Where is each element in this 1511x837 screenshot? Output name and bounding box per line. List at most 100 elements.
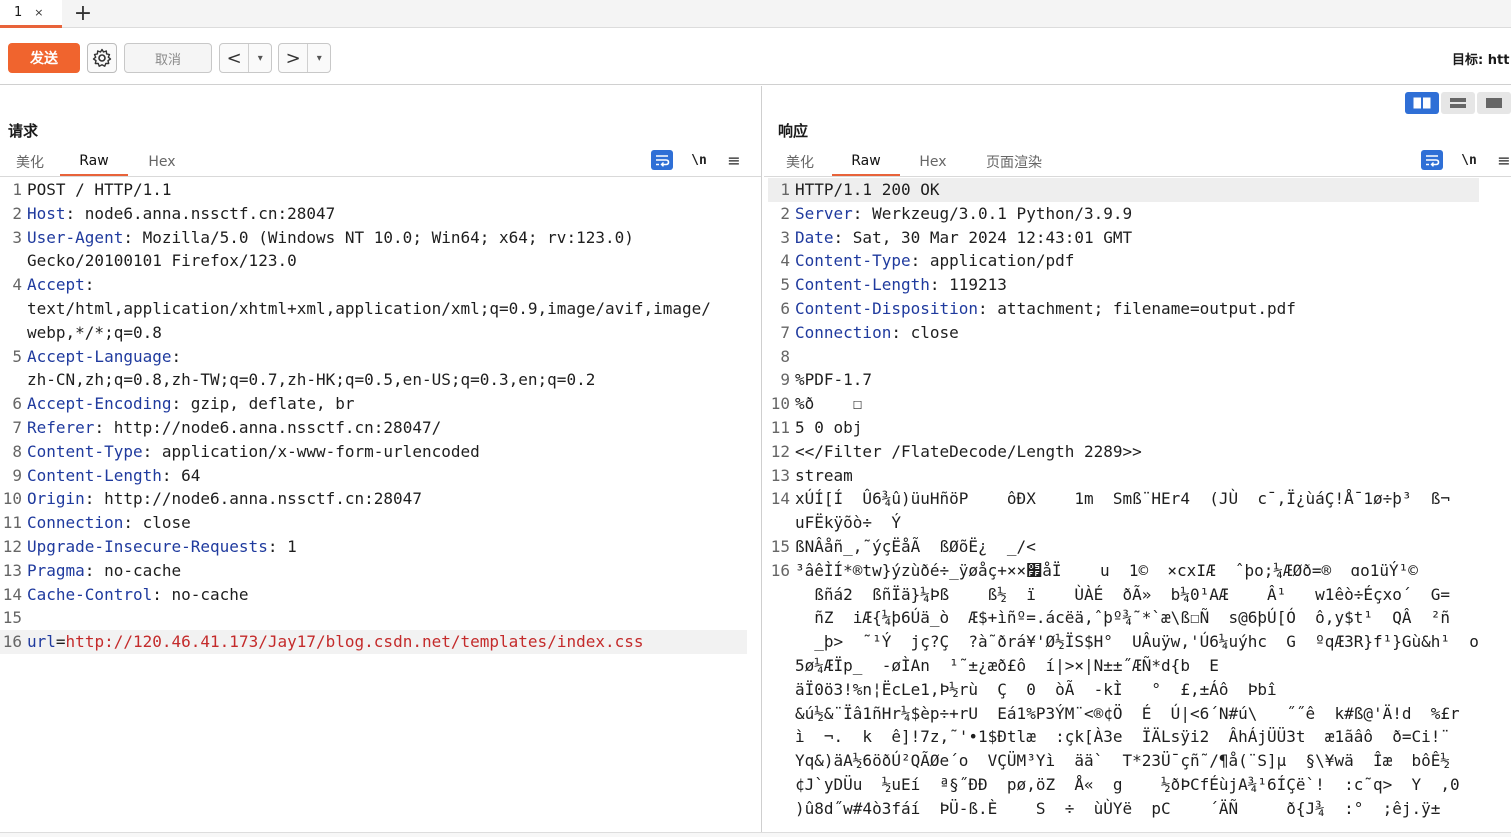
layout-stacked[interactable] (1441, 92, 1475, 114)
menu-icon[interactable]: ≡ (725, 151, 743, 170)
line-text: 5ø¼ÆÏp_ -øÌAn ¹˜±¿æð£ô í|>×|N±±˝ÆÑ*d{b E (795, 655, 1219, 675)
editor-line: ßñá2 ßñÏä}¼Þß ß½ ï ÙÀÉ ðÃ» b¼0¹AÆ Â¹ w1ê… (768, 583, 1479, 607)
cancel-button[interactable]: 取消 (124, 43, 212, 73)
newline-toggle[interactable]: \n (1457, 153, 1481, 168)
editor-line: 5 Content-Length: 119213 (768, 273, 1479, 297)
tab-render[interactable]: 页面渲染 (966, 148, 1062, 176)
param-value: http://120.46.41.173/Jay17/blog.csdn.net… (65, 632, 644, 652)
line-number: 5 (780, 275, 790, 295)
editor-line: 15 (0, 606, 747, 630)
add-tab-button[interactable]: + (72, 0, 94, 26)
header-name: Connection (795, 322, 892, 342)
line-number: 3 (12, 227, 22, 247)
editor-line: 9 Content-Length: 64 (0, 464, 747, 488)
line-text: )û8d˝w#4ò3fáí ÞÜ-ß.È S ÷ ùÙYë pC ´ÄÑ ð{J… (795, 798, 1441, 818)
line-number: 4 (780, 251, 790, 271)
request-editor[interactable]: 1 POST / HTTP/1.1 2 Host: node6.anna.nssctf… (0, 178, 747, 654)
line-number: 7 (12, 417, 22, 437)
line-text: &ú½&¨Ïâ1ñHr¼$èp÷+rU Eá1%P3ÝM¨<®¢Ö É Ú|<6… (795, 703, 1460, 723)
editor-line: zh-CN,zh;q=0.8,zh-TW;q=0.7,zh-HK;q=0.5,e… (0, 368, 747, 392)
line-number: 14 (2, 584, 22, 604)
forward-history-dropdown[interactable]: ▾ (308, 44, 330, 72)
line-text: ³âêÌÍ*®tw}ýzùðé÷_ÿøåç+××׿åÏ u 1© ×cxIÆ ˆ… (795, 560, 1418, 580)
line-text: <</Filter /FlateDecode/Length 2289>> (795, 441, 1142, 461)
tab-pretty[interactable]: 美化 (768, 148, 832, 176)
header-line: Origin: http://node6.anna.nssctf.cn:2804… (27, 489, 422, 509)
line-number: 13 (2, 560, 22, 580)
line-number (768, 797, 790, 821)
tab-1[interactable]: 1 × (0, 0, 62, 28)
search-bar-strip (0, 832, 1511, 837)
target-label[interactable]: 目标: htt (1452, 49, 1509, 68)
layout-tabs[interactable] (1477, 92, 1511, 114)
editor-line: 7 Referer: http://node6.anna.nssctf.cn:28… (0, 416, 747, 440)
line-number: 8 (780, 346, 790, 366)
line-number (768, 654, 790, 678)
response-subtabs: 美化 Raw Hex 页面渲染 (768, 148, 1062, 176)
line-text: text/html,application/xhtml+xml,applicat… (27, 298, 711, 318)
editor-line: 8 Content-Type: application/x-www-form-ur… (0, 440, 747, 464)
editor-line: 14 Cache-Control: no-cache (0, 583, 747, 607)
line-number (0, 297, 22, 321)
line-number: 16 (2, 632, 22, 652)
line-number (768, 511, 790, 535)
word-wrap-toggle[interactable] (651, 150, 673, 170)
editor-line: 4 Accept: (0, 273, 747, 297)
word-wrap-toggle[interactable] (1421, 150, 1443, 170)
editor-line: 2 Server: Werkzeug/3.0.1 Python/3.9.9 (768, 202, 1479, 226)
line-number: 9 (780, 370, 790, 390)
layout-side-by-side[interactable] (1405, 92, 1439, 114)
header-line: Host: node6.anna.nssctf.cn:28047 (27, 203, 336, 223)
tab-raw[interactable]: Raw (60, 148, 128, 176)
header-line: Cache-Control: no-cache (27, 584, 249, 604)
editor-line: 14 xÚÍ[Í Û6¾û)üuHñöP ôÐX 1m Smß¨HEr4 (JÙ … (768, 487, 1479, 511)
forward-nav-group: > ▾ (278, 43, 331, 73)
editor-line: uFËkÿõò÷ Ý (768, 511, 1479, 535)
editor-line: 10 Origin: http://node6.anna.nssctf.cn:28… (0, 487, 747, 511)
request-title: 请求 (8, 122, 39, 140)
editor-line: 11 5 0 obj (768, 416, 1479, 440)
line-text: POST / HTTP/1.1 (27, 180, 172, 199)
editor-line: 1 HTTP/1.1 200 OK (768, 178, 1479, 202)
header-line: Date: Sat, 30 Mar 2024 12:43:01 GMT (795, 227, 1133, 247)
editor-line: 5 Accept-Language: (0, 345, 747, 369)
line-number: 10 (2, 489, 22, 509)
send-button[interactable]: 发送 (8, 43, 80, 73)
tab-raw[interactable]: Raw (832, 148, 900, 176)
editor-line: 4 Content-Type: application/pdf (768, 249, 1479, 273)
request-panel: 请求 美化 Raw Hex \n ≡ 1 POST / HTTP/1.1 2 Host… (0, 86, 762, 837)
header-line: Connection: close (27, 513, 191, 533)
editor-line: 12 Upgrade-Insecure-Requests: 1 (0, 535, 747, 559)
menu-icon[interactable]: ≡ (1495, 151, 1511, 170)
line-number: 14 (770, 489, 790, 509)
response-editor[interactable]: 1 HTTP/1.1 200 OK 2 Server: Werkzeug/3.0.1 … (768, 178, 1479, 821)
back-history-dropdown[interactable]: ▾ (249, 44, 271, 72)
editor-line: 7 Connection: close (768, 321, 1479, 345)
editor-line: 16 ³âêÌÍ*®tw}ýzùðé÷_ÿøåç+××׿åÏ u 1© ×cxIÆ… (768, 559, 1479, 583)
close-icon[interactable]: × (34, 6, 43, 19)
response-editor-tools: \n ≡ (1421, 148, 1511, 172)
line-text: url=http://120.46.41.173/Jay17/blog.csdn… (22, 630, 644, 654)
editor-line: 2 Host: node6.anna.nssctf.cn:28047 (0, 202, 747, 226)
newline-toggle[interactable]: \n (687, 153, 711, 168)
forward-button[interactable]: > (279, 44, 309, 72)
header-line: Pragma: no-cache (27, 560, 182, 580)
editor-line: 5ø¼ÆÏp_ -øÌAn ¹˜±¿æð£ô í|>×|N±±˝ÆÑ*d{b E (768, 654, 1479, 678)
header-name: Pragma (27, 560, 85, 580)
back-button[interactable]: < (220, 44, 250, 72)
editor-line: 15 ßNÂåñ_,˜ýçËåÃ ßØõË¿ _/< (768, 535, 1479, 559)
line-text (22, 606, 27, 630)
editor-line: Yq&)äA½6öðÚ²QÃØe´o VÇÜM³Yì ää` T*23Ü¯çñ˜… (768, 749, 1479, 773)
settings-button[interactable] (87, 43, 117, 73)
editor-line: 13 Pragma: no-cache (0, 559, 747, 583)
tab-hex[interactable]: Hex (900, 148, 966, 176)
line-number (768, 678, 790, 702)
line-number: 12 (2, 536, 22, 556)
header-line: Accept-Language: (27, 346, 182, 366)
line-text: ßNÂåñ_,˜ýçËåÃ ßØõË¿ _/< (795, 536, 1036, 556)
line-text (790, 345, 795, 369)
wrap-icon (1426, 155, 1440, 167)
tab-pretty[interactable]: 美化 (0, 148, 60, 176)
tab-hex[interactable]: Hex (128, 148, 196, 176)
line-number: 6 (780, 298, 790, 318)
